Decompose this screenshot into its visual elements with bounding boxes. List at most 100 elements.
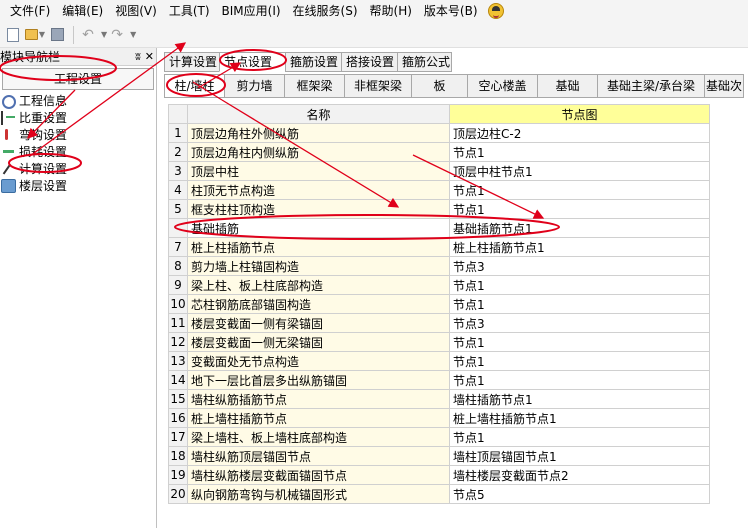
row-number-cell: 13 bbox=[168, 351, 188, 371]
undo-button[interactable]: ↶ bbox=[78, 25, 98, 45]
table-row[interactable]: 11 楼层变截面一侧有梁锚固 节点3 bbox=[168, 313, 710, 333]
node-cell[interactable]: 顶层边柱C-2 bbox=[449, 123, 710, 143]
table-row[interactable]: 5 框支柱柱顶构造 节点1 bbox=[168, 199, 710, 219]
tab-node-settings[interactable]: 节点设置 bbox=[219, 52, 286, 72]
node-cell[interactable]: 墙柱楼层变截面节点2 bbox=[449, 465, 710, 485]
tab-foundation-secondary[interactable]: 基础次 bbox=[704, 74, 744, 98]
tab-slab[interactable]: 板 bbox=[411, 74, 468, 98]
name-cell: 框支柱柱顶构造 bbox=[187, 199, 450, 219]
tab-foundation-main-beam[interactable]: 基础主梁/承台梁 bbox=[597, 74, 705, 98]
node-cell[interactable]: 节点3 bbox=[449, 313, 710, 333]
table-row[interactable]: 9 梁上柱、板上柱底部构造 节点1 bbox=[168, 275, 710, 295]
row-number-cell: 17 bbox=[168, 427, 188, 447]
table-row[interactable]: 17 梁上墙柱、板上墙柱底部构造 节点1 bbox=[168, 427, 710, 447]
menu-view[interactable]: 视图(V) bbox=[109, 0, 163, 22]
node-cell[interactable]: 墙柱顶层锚固节点1 bbox=[449, 446, 710, 466]
node-cell[interactable]: 节点3 bbox=[449, 256, 710, 276]
nav-item-project-info[interactable]: 工程信息 bbox=[0, 92, 156, 109]
node-cell[interactable]: 节点5 bbox=[449, 484, 710, 504]
menu-version[interactable]: 版本号(B) bbox=[418, 0, 484, 22]
tab-lap-settings[interactable]: 搭接设置 bbox=[341, 52, 398, 72]
menu-online-service[interactable]: 在线服务(S) bbox=[287, 0, 364, 22]
tab-shear-wall[interactable]: 剪力墙 bbox=[224, 74, 285, 98]
table-row[interactable]: 基础插筋 基础插筋节点1 bbox=[168, 218, 710, 238]
name-cell: 地下一层比首层多出纵筋锚固 bbox=[187, 370, 450, 390]
row-number-cell: 15 bbox=[168, 389, 188, 409]
node-column-header: 节点图 bbox=[449, 104, 710, 124]
menu-edit[interactable]: 编辑(E) bbox=[56, 0, 109, 22]
name-cell: 剪力墙上柱锚固构造 bbox=[187, 256, 450, 276]
calc-icon bbox=[1, 162, 16, 176]
pin-icon[interactable]: ʬ bbox=[135, 50, 141, 63]
table-row[interactable]: 2 顶层边角柱内侧纵筋 节点1 bbox=[168, 142, 710, 162]
row-number-cell: 8 bbox=[168, 256, 188, 276]
node-cell[interactable]: 节点1 bbox=[449, 180, 710, 200]
table-row[interactable]: 12 楼层变截面一侧无梁锚固 节点1 bbox=[168, 332, 710, 352]
table-row[interactable]: 14 地下一层比首层多出纵筋锚固 节点1 bbox=[168, 370, 710, 390]
node-cell[interactable]: 节点1 bbox=[449, 275, 710, 295]
save-button[interactable] bbox=[47, 25, 67, 45]
nav-item-weight-settings[interactable]: 比重设置 bbox=[0, 109, 156, 126]
table-row[interactable]: 20 纵向钢筋弯钩与机械锚固形式 节点5 bbox=[168, 484, 710, 504]
redo-icon: ↷ bbox=[111, 26, 124, 43]
table-row[interactable]: 3 顶层中柱 顶层中柱节点1 bbox=[168, 161, 710, 181]
main-area: 计算设置 节点设置 箍筋设置 搭接设置 箍筋公式 柱/墙柱 剪力墙 框架梁 非框… bbox=[164, 52, 748, 528]
tab-calc-settings[interactable]: 计算设置 bbox=[164, 52, 220, 72]
project-settings-tab[interactable]: 工程设置 bbox=[2, 68, 154, 90]
tab-frame-beam[interactable]: 框架梁 bbox=[284, 74, 345, 98]
node-cell[interactable]: 墙柱插筋节点1 bbox=[449, 389, 710, 409]
menu-tools[interactable]: 工具(T) bbox=[163, 0, 216, 22]
table-row[interactable]: 15 墙柱纵筋插筋节点 墙柱插筋节点1 bbox=[168, 389, 710, 409]
table-row[interactable]: 18 墙柱纵筋顶层锚固节点 墙柱顶层锚固节点1 bbox=[168, 446, 710, 466]
table-row[interactable]: 13 变截面处无节点构造 节点1 bbox=[168, 351, 710, 371]
floor-icon bbox=[1, 178, 16, 193]
tab-hollow-floor[interactable]: 空心楼盖 bbox=[467, 74, 538, 98]
menu-help[interactable]: 帮助(H) bbox=[364, 0, 418, 22]
new-file-button[interactable] bbox=[3, 25, 23, 45]
row-number-cell: 20 bbox=[168, 484, 188, 504]
node-cell[interactable]: 节点1 bbox=[449, 332, 710, 352]
loss-icon bbox=[1, 145, 16, 159]
node-cell[interactable]: 顶层中柱节点1 bbox=[449, 161, 710, 181]
menu-file[interactable]: 文件(F) bbox=[4, 0, 56, 22]
node-cell[interactable]: 节点1 bbox=[449, 370, 710, 390]
table-row[interactable]: 7 桩上柱插筋节点 桩上柱插筋节点1 bbox=[168, 237, 710, 257]
close-icon[interactable]: ✕ bbox=[145, 50, 154, 63]
node-cell[interactable]: 桩上柱插筋节点1 bbox=[449, 237, 710, 257]
name-cell: 顶层中柱 bbox=[187, 161, 450, 181]
node-cell[interactable]: 节点1 bbox=[449, 142, 710, 162]
node-cell[interactable]: 节点1 bbox=[449, 351, 710, 371]
redo-dropdown-icon[interactable]: ▼ bbox=[130, 30, 136, 39]
tab-stirrup-formula[interactable]: 箍筋公式 bbox=[397, 52, 452, 72]
row-number-cell: 9 bbox=[168, 275, 188, 295]
nav-item-loss-settings[interactable]: 损耗设置 bbox=[0, 143, 156, 160]
name-cell: 桩上墙柱插筋节点 bbox=[187, 408, 450, 428]
row-number-cell: 10 bbox=[168, 294, 188, 314]
smiley-icon[interactable] bbox=[487, 3, 504, 19]
nav-item-calc-settings[interactable]: 计算设置 bbox=[0, 160, 156, 177]
tab-non-frame-beam[interactable]: 非框架梁 bbox=[344, 74, 412, 98]
node-cell[interactable]: 节点1 bbox=[449, 427, 710, 447]
tab-column-wall-column[interactable]: 柱/墙柱 bbox=[164, 74, 225, 98]
node-settings-table: 名称 节点图 1 顶层边角柱外侧纵筋 顶层边柱C-2 2 顶层边角柱内侧纵筋 节点1 3 顶层… bbox=[168, 104, 710, 504]
name-cell: 变截面处无节点构造 bbox=[187, 351, 450, 371]
name-cell: 顶层边角柱内侧纵筋 bbox=[187, 142, 450, 162]
open-file-button[interactable]: ▼ bbox=[25, 25, 45, 45]
table-row[interactable]: 4 柱顶无节点构造 节点1 bbox=[168, 180, 710, 200]
table-row[interactable]: 10 芯柱钢筋底部锚固构造 节点1 bbox=[168, 294, 710, 314]
node-cell[interactable]: 节点1 bbox=[449, 294, 710, 314]
node-cell[interactable]: 节点1 bbox=[449, 199, 710, 219]
node-cell[interactable]: 桩上墙柱插筋节点1 bbox=[449, 408, 710, 428]
row-number-header bbox=[168, 104, 188, 124]
table-row[interactable]: 1 顶层边角柱外侧纵筋 顶层边柱C-2 bbox=[168, 123, 710, 143]
table-row[interactable]: 8 剪力墙上柱锚固构造 节点3 bbox=[168, 256, 710, 276]
tab-stirrup-settings[interactable]: 箍筋设置 bbox=[285, 52, 342, 72]
table-row[interactable]: 16 桩上墙柱插筋节点 桩上墙柱插筋节点1 bbox=[168, 408, 710, 428]
nav-item-hook-settings[interactable]: 弯钩设置 bbox=[0, 126, 156, 143]
nav-item-floor-settings[interactable]: 楼层设置 bbox=[0, 177, 156, 194]
menu-bim[interactable]: BIM应用(I) bbox=[216, 0, 287, 22]
redo-button[interactable]: ↷ bbox=[107, 25, 127, 45]
node-cell[interactable]: 基础插筋节点1 bbox=[449, 218, 710, 238]
table-row[interactable]: 19 墙柱纵筋楼层变截面锚固节点 墙柱楼层变截面节点2 bbox=[168, 465, 710, 485]
tab-foundation[interactable]: 基础 bbox=[537, 74, 598, 98]
